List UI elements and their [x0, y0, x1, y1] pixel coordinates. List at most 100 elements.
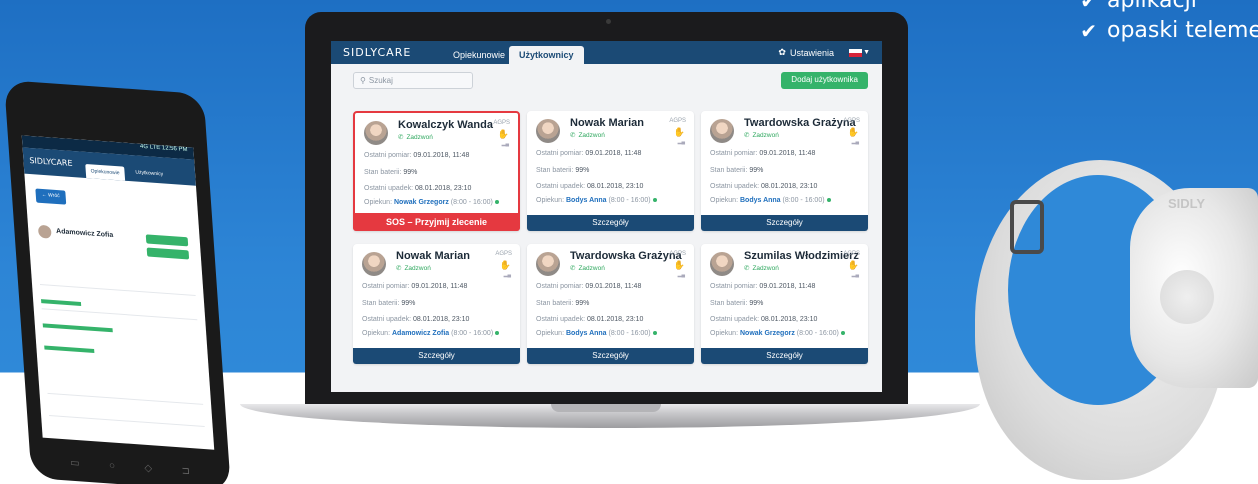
call-label: Zadzwoń: [578, 131, 605, 139]
polish-flag-icon[interactable]: [849, 49, 862, 57]
caregiver-link[interactable]: Bodys Anna: [566, 330, 607, 337]
signal-icon: ▂▄: [503, 272, 511, 278]
last-measure: Ostatni pomiar: 09.01.2018, 11:48: [710, 283, 816, 290]
promo-text: opaski teleme: [1107, 18, 1258, 43]
search-nav-icon[interactable]: ○: [109, 460, 116, 475]
phone-logo: SIDLYCARE: [29, 155, 73, 169]
hand-icon: ✋: [847, 127, 859, 137]
phone-tab-users[interactable]: Użytkownicy: [135, 169, 163, 177]
avatar: [710, 252, 734, 276]
add-user-button[interactable]: Dodaj użytkownika: [781, 72, 868, 89]
recent-nav-icon[interactable]: ⊐: [181, 465, 190, 480]
caregiver-info: Opiekun: Nowak Grzegorz (8:00 - 16:00): [364, 199, 499, 206]
laptop-notch: [551, 404, 661, 412]
gear-icon: ✿: [778, 47, 786, 57]
battery-status: Stan baterii: 99%: [710, 300, 764, 307]
agps-badge: AGPS: [493, 120, 510, 126]
phone-edit-button[interactable]: [146, 247, 190, 260]
last-measure: Ostatni pomiar: 09.01.2018, 11:48: [536, 283, 642, 290]
phone-call-button[interactable]: [145, 234, 189, 247]
details-button[interactable]: Szczegóły: [527, 215, 694, 231]
wristband-clasp: [1010, 200, 1044, 254]
online-status-dot: [652, 198, 657, 203]
battery-status: Stan baterii: 99%: [710, 167, 764, 174]
phone-screen: 4G LTE 12:56 PM SIDLYCARE Opiekunowie Uż…: [21, 135, 215, 450]
user-card[interactable]: Kowalczyk Wanda ✆ Zadzwoń AGPS ✋ ▂▄ Osta…: [353, 111, 520, 231]
user-name: Szumilas Włodzimierz: [744, 250, 859, 262]
details-button[interactable]: Szczegóły: [353, 348, 520, 364]
phone-progress-bar: [44, 345, 95, 354]
sos-accept-button[interactable]: SOS – Przyjmij zlecenie: [353, 213, 520, 231]
promo-item: ✔ aplikacji: [1080, 0, 1258, 16]
last-fall: Ostatni upadek: 08.01.2018, 23:10: [710, 316, 818, 323]
tab-users[interactable]: Użytkownicy: [509, 46, 584, 64]
user-card[interactable]: Szumilas Włodzimierz ✆ Zadzwoń AGPS ✋ ▂▄…: [701, 244, 868, 364]
phone-icon: ✆: [398, 134, 404, 141]
avatar: [536, 252, 560, 276]
caregiver-link[interactable]: Nowak Grzegorz: [394, 199, 449, 206]
details-button[interactable]: Szczegóły: [527, 348, 694, 364]
promo-list: ✔ aplikacji ✔ opaski teleme: [1080, 0, 1258, 46]
phone-icon: ✆: [570, 265, 576, 272]
last-measure: Ostatni pomiar: 09.01.2018, 11:48: [710, 150, 816, 157]
home-nav-icon[interactable]: ◇: [144, 463, 153, 478]
last-fall: Ostatni upadek: 08.01.2018, 23:10: [536, 183, 644, 190]
call-link[interactable]: ✆ Zadzwoń: [744, 264, 779, 273]
search-placeholder: Szukaj: [368, 76, 393, 85]
battery-status: Stan baterii: 99%: [362, 300, 416, 307]
settings-menu[interactable]: ✿ Ustawienia: [778, 47, 834, 58]
signal-icon: ▂▄: [677, 139, 685, 145]
tab-caregivers[interactable]: Opiekunowie: [443, 46, 515, 64]
phone-icon: ✆: [396, 265, 402, 272]
caregiver-link[interactable]: Nowak Grzegorz: [740, 330, 795, 337]
search-input[interactable]: ⚲ Szukaj: [353, 72, 473, 89]
app-navbar: SIDLYCARE Opiekunowie Użytkownicy ✿ Usta…: [331, 41, 882, 64]
hand-icon: ✋: [673, 260, 685, 270]
user-card-grid: Kowalczyk Wanda ✆ Zadzwoń AGPS ✋ ▂▄ Osta…: [353, 111, 868, 364]
battery-status: Stan baterii: 99%: [536, 300, 590, 307]
call-label: Zadzwoń: [404, 264, 431, 272]
phone-tab-caregivers[interactable]: Opiekunowie: [85, 163, 126, 181]
details-button[interactable]: Szczegóły: [701, 215, 868, 231]
avatar: [364, 121, 388, 145]
user-card[interactable]: Nowak Marian ✆ Zadzwoń AGPS ✋ ▂▄ Ostatni…: [527, 111, 694, 231]
caregiver-info: Opiekun: Nowak Grzegorz (8:00 - 16:00): [710, 330, 845, 337]
details-button[interactable]: Szczegóły: [701, 348, 868, 364]
user-name: Twardowska Grażyna: [744, 117, 856, 129]
last-measure: Ostatni pomiar: 09.01.2018, 11:48: [362, 283, 468, 290]
last-fall: Ostatni upadek: 08.01.2018, 23:10: [536, 316, 644, 323]
user-card[interactable]: Twardowska Grażyna ✆ Zadzwoń AGPS ✋ ▂▄ O…: [701, 111, 868, 231]
phone-back-button[interactable]: ← Wróć: [35, 188, 67, 205]
battery-status: Stan baterii: 99%: [364, 169, 418, 176]
phone-icon: ✆: [744, 132, 750, 139]
caregiver-info: Opiekun: Adamowicz Zofia (8:00 - 16:00): [362, 330, 500, 337]
caregiver-link[interactable]: Adamowicz Zofia: [392, 330, 449, 337]
back-nav-icon[interactable]: ▭: [70, 458, 80, 473]
check-icon: ✔: [1080, 19, 1097, 43]
online-status-dot: [826, 198, 831, 203]
hand-icon: ✋: [499, 260, 511, 270]
phone-nav-buttons: ▭ ○ ◇ ⊐: [70, 458, 191, 481]
call-link[interactable]: ✆ Zadzwoń: [570, 131, 605, 140]
check-icon: ✔: [1080, 0, 1097, 13]
caregiver-link[interactable]: Bodys Anna: [740, 197, 781, 204]
call-link[interactable]: ✆ Zadzwoń: [398, 133, 433, 142]
user-card[interactable]: Nowak Marian ✆ Zadzwoń AGPS ✋ ▂▄ Ostatni…: [353, 244, 520, 364]
phone-device: 4G LTE 12:56 PM SIDLYCARE Opiekunowie Uż…: [4, 80, 232, 484]
webcam: [606, 19, 611, 24]
call-link[interactable]: ✆ Zadzwoń: [744, 131, 779, 140]
promo-item: ✔ opaski teleme: [1080, 16, 1258, 46]
call-link[interactable]: ✆ Zadzwoń: [396, 264, 431, 273]
chevron-down-icon[interactable]: ▼: [863, 49, 870, 56]
last-fall: Ostatni upadek: 08.01.2018, 23:10: [710, 183, 818, 190]
phone-icon: ✆: [570, 132, 576, 139]
online-status-dot: [494, 200, 499, 205]
search-icon: ⚲: [360, 76, 366, 85]
call-link[interactable]: ✆ Zadzwoń: [570, 264, 605, 273]
wristband-sos-button: [1160, 270, 1214, 324]
wristband-logo: SIDLY: [1168, 196, 1206, 211]
caregiver-link[interactable]: Bodys Anna: [566, 197, 607, 204]
user-card[interactable]: Twardowska Grażyna ✆ Zadzwoń AGPS ✋ ▂▄ O…: [527, 244, 694, 364]
battery-status: Stan baterii: 99%: [536, 167, 590, 174]
hand-icon: ✋: [497, 129, 509, 139]
